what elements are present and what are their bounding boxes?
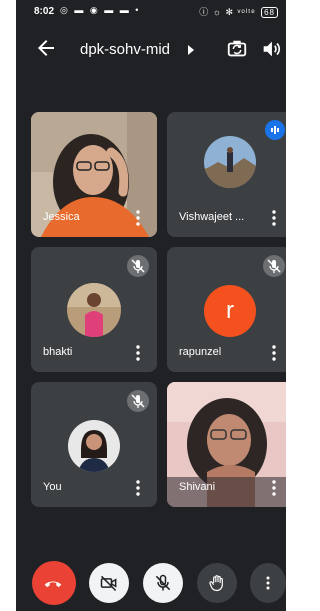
- mic-toggle-button[interactable]: [143, 563, 183, 603]
- end-call-button[interactable]: [32, 561, 76, 605]
- camera-toggle-button[interactable]: [89, 563, 129, 603]
- phone-hangup-icon: [44, 581, 62, 588]
- participant-tile-rapunzel[interactable]: r rapunzel: [167, 247, 286, 372]
- avatar: [204, 136, 256, 188]
- system-icons: ⓘ ☼ ✻ ᵛᵒˡᵗᵉ 68: [199, 5, 278, 18]
- participant-tile-jessica[interactable]: Jessica: [31, 112, 157, 237]
- status-bar: 8:02 ◎ ▬ ◉ ▬ ▬ • ⓘ ☼ ✻ ᵛᵒˡᵗᵉ 68: [16, 0, 286, 24]
- mic-off-icon: [155, 574, 171, 591]
- speaker-icon[interactable]: [260, 38, 282, 60]
- participant-tile-shivani[interactable]: Shivani: [167, 382, 286, 507]
- status-time: 8:02: [34, 6, 55, 17]
- meeting-code[interactable]: dpk-sohv-mid: [80, 41, 170, 58]
- participant-name: Jessica: [43, 211, 80, 223]
- avatar: [67, 283, 121, 337]
- speaking-indicator-icon: [265, 120, 285, 140]
- videocam-off-icon: [100, 575, 117, 592]
- participant-name: bhakti: [43, 346, 73, 358]
- avatar: [68, 420, 120, 472]
- more-vert-icon[interactable]: [131, 209, 145, 227]
- participant-name: rapunzel: [179, 346, 222, 358]
- mic-off-icon: [127, 255, 149, 277]
- chevron-right-icon[interactable]: [186, 44, 196, 56]
- battery-icon: 68: [261, 7, 278, 18]
- more-options-button[interactable]: [250, 563, 286, 603]
- participant-name: Vishwajeet ...: [179, 211, 245, 223]
- mic-off-icon: [263, 255, 285, 277]
- back-arrow-icon[interactable]: [34, 36, 58, 60]
- participant-name: You: [43, 481, 62, 493]
- notification-icons: ◎ ▬ ◉ ▬ ▬ •: [60, 5, 141, 15]
- hand-icon: [209, 575, 223, 592]
- avatar: r: [204, 285, 256, 337]
- raise-hand-button[interactable]: [197, 563, 237, 603]
- more-vert-icon[interactable]: [267, 479, 281, 497]
- participant-tile-bhakti[interactable]: bhakti: [31, 247, 157, 372]
- participant-name: Shivani: [179, 481, 216, 493]
- more-vert-icon[interactable]: [131, 479, 145, 497]
- meeting-header: dpk-sohv-mid: [16, 30, 286, 70]
- more-vert-icon[interactable]: [267, 344, 281, 362]
- phone-screen: 8:02 ◎ ▬ ◉ ▬ ▬ • ⓘ ☼ ✻ ᵛᵒˡᵗᵉ 68 dpk-sohv…: [16, 0, 286, 611]
- signal-icons: ⓘ ☼ ✻ ᵛᵒˡᵗᵉ: [199, 7, 256, 17]
- switch-camera-icon[interactable]: [226, 38, 248, 60]
- participant-tile-you[interactable]: You: [31, 382, 157, 507]
- mic-off-icon: [127, 390, 149, 412]
- call-controls: [16, 560, 286, 606]
- more-vert-icon[interactable]: [131, 344, 145, 362]
- participant-tile-vishwajeet[interactable]: Vishwajeet ...: [167, 112, 286, 237]
- more-vert-icon: [266, 576, 270, 590]
- more-vert-icon[interactable]: [267, 209, 281, 227]
